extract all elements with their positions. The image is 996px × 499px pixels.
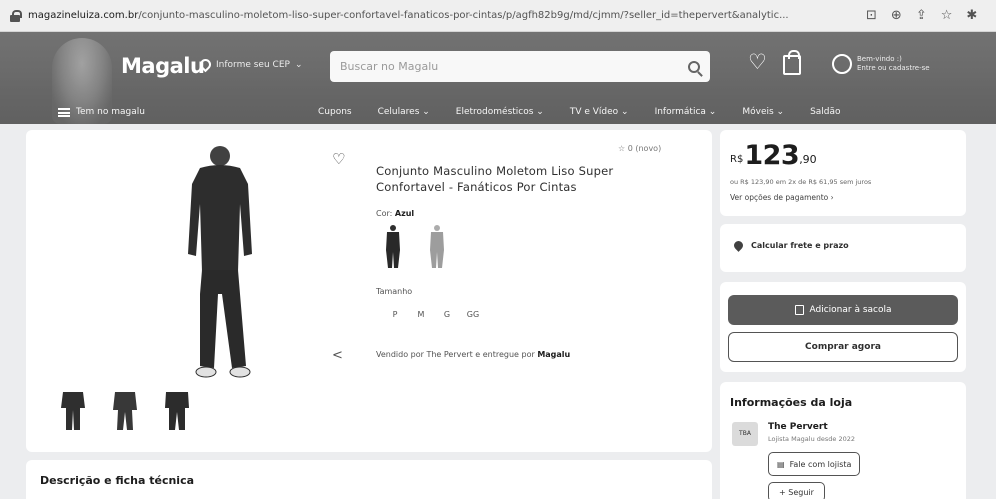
product-main-image[interactable] — [148, 144, 298, 384]
nav-eletrodomesticos[interactable]: Eletrodomésticos ⌄ — [456, 107, 544, 117]
user-greeting: Bem-vindo :) — [857, 55, 902, 63]
nav-saldao[interactable]: Saldão — [810, 107, 840, 117]
product-card: ♡ ☆ 0 (novo) Conjunto Masculino Moletom … — [26, 130, 712, 452]
share-icon[interactable]: ⇪ — [916, 8, 927, 23]
size-label: Tamanho — [376, 287, 413, 296]
wishlist-heart-icon[interactable]: ♡ — [748, 52, 767, 73]
cep-selector[interactable]: Informe seu CEP ⌄ — [197, 56, 303, 73]
size-option-m[interactable]: M — [408, 310, 434, 319]
store-info-card: Informações da loja TBA The Pervert Loji… — [720, 382, 966, 499]
search-input[interactable] — [340, 60, 688, 73]
product-thumbnail-1[interactable] — [58, 388, 88, 432]
chat-label: Fale com lojista — [789, 459, 852, 469]
chevron-right-icon: › — [830, 193, 834, 202]
chat-with-seller-button[interactable]: ▤ Fale com lojista — [768, 452, 861, 476]
share-product-icon[interactable]: < — [332, 348, 343, 363]
user-signin-link: Entre ou cadastre-se — [857, 64, 930, 72]
search-box — [330, 51, 710, 82]
nav-moveis[interactable]: Móveis ⌄ — [742, 107, 784, 117]
nav-tv-video[interactable]: TV e Vídeo ⌄ — [570, 107, 629, 117]
site-header: Magalu Informe seu CEP ⌄ ♡ Bem-vindo :) … — [0, 32, 996, 124]
user-login[interactable]: Bem-vindo :) Entre ou cadastre-se — [832, 54, 930, 74]
size-option-gg[interactable]: GG — [460, 310, 486, 319]
color-label-text: Cor: — [376, 209, 395, 218]
location-pin-icon — [197, 56, 214, 73]
color-label: Cor: Azul — [376, 209, 414, 218]
shipping-label: Calcular frete e prazo — [751, 241, 849, 250]
follow-store-button[interactable]: + Seguir — [768, 482, 825, 499]
chat-icon: ▤ — [777, 459, 785, 469]
price-whole: 123 — [744, 140, 800, 171]
rating-text: 0 (novo) — [627, 144, 662, 153]
menu-label: Tem no magalu — [76, 107, 145, 117]
magalu-logo[interactable]: Magalu — [121, 54, 205, 78]
cep-label: Informe seu CEP — [216, 59, 290, 70]
add-to-bag-label: Adicionar à sacola — [809, 305, 892, 315]
add-to-bag-button[interactable]: Adicionar à sacola — [728, 295, 958, 325]
hamburger-icon — [58, 107, 70, 117]
extensions-icon[interactable]: ✱ — [966, 8, 977, 23]
nav-informatica[interactable]: Informática ⌄ — [655, 107, 717, 117]
favorite-heart-icon[interactable]: ♡ — [332, 150, 345, 168]
shipping-card[interactable]: Calcular frete e prazo — [720, 224, 966, 272]
payment-options-label: Ver opções de pagamento — [730, 193, 829, 202]
size-option-p[interactable]: P — [382, 310, 408, 319]
description-title: Descrição e ficha técnica — [40, 474, 195, 487]
shopping-bag-icon[interactable] — [782, 49, 801, 75]
bag-icon — [794, 305, 804, 315]
url-path: /conjunto-masculino-moletom-liso-super-c… — [138, 10, 789, 21]
price-currency: R$ — [730, 154, 744, 165]
lock-icon — [10, 9, 22, 22]
product-title: Conjunto Masculino Moletom Liso Super Co… — [376, 164, 614, 194]
rating: ☆ 0 (novo) — [618, 144, 662, 153]
search-icon[interactable] — [688, 60, 700, 73]
store-since: Lojista Magalu desde 2022 — [768, 435, 856, 443]
price: R$ 123 ,90 — [730, 140, 817, 171]
color-value: Azul — [394, 209, 415, 218]
price-cents: ,90 — [799, 153, 817, 166]
user-icon — [832, 54, 852, 74]
url-host: magazineluiza.com.br — [28, 10, 139, 21]
delivery-brand: Magalu — [537, 350, 571, 359]
store-info-title: Informações da loja — [730, 396, 853, 409]
installment-info: ou R$ 123,90 em 2x de R$ 61,95 sem juros — [730, 178, 872, 186]
url-field[interactable]: magazineluiza.com.br/conjunto-masculino-… — [28, 10, 848, 21]
store-name[interactable]: The Pervert — [768, 422, 828, 432]
product-thumbnail-3[interactable] — [162, 388, 192, 432]
seller-info: Vendido por The Pervert e entregue por M… — [376, 350, 570, 359]
purchase-card: Adicionar à sacola Comprar agora — [720, 282, 966, 372]
browser-address-bar: magazineluiza.com.br/conjunto-masculino-… — [0, 0, 996, 32]
size-options: P M G GG — [382, 310, 486, 319]
chevron-down-icon: ⌄ — [294, 59, 303, 70]
store-logo[interactable]: TBA — [732, 422, 758, 446]
seller-text: Vendido por The Pervert e entregue por — [376, 350, 538, 359]
install-icon[interactable]: ⊡ — [866, 8, 877, 23]
color-option-gray[interactable] — [426, 224, 448, 270]
product-thumbnail-2[interactable] — [110, 388, 140, 432]
buy-now-button[interactable]: Comprar agora — [728, 332, 958, 362]
price-card: R$ 123 ,90 ou R$ 123,90 em 2x de R$ 61,9… — [720, 130, 966, 216]
bookmark-star-icon[interactable]: ☆ — [941, 8, 953, 23]
payment-options-link[interactable]: Ver opções de pagamento › — [730, 193, 834, 202]
description-card: Descrição e ficha técnica — [26, 460, 712, 499]
nav-cupons[interactable]: Cupons — [318, 107, 352, 117]
category-menu-button[interactable]: Tem no magalu — [58, 107, 145, 117]
zoom-icon[interactable]: ⊕ — [891, 8, 902, 23]
color-option-blue[interactable] — [382, 224, 404, 270]
nav-celulares[interactable]: Celulares ⌄ — [378, 107, 430, 117]
size-option-g[interactable]: G — [434, 310, 460, 319]
location-pin-icon — [732, 239, 745, 252]
